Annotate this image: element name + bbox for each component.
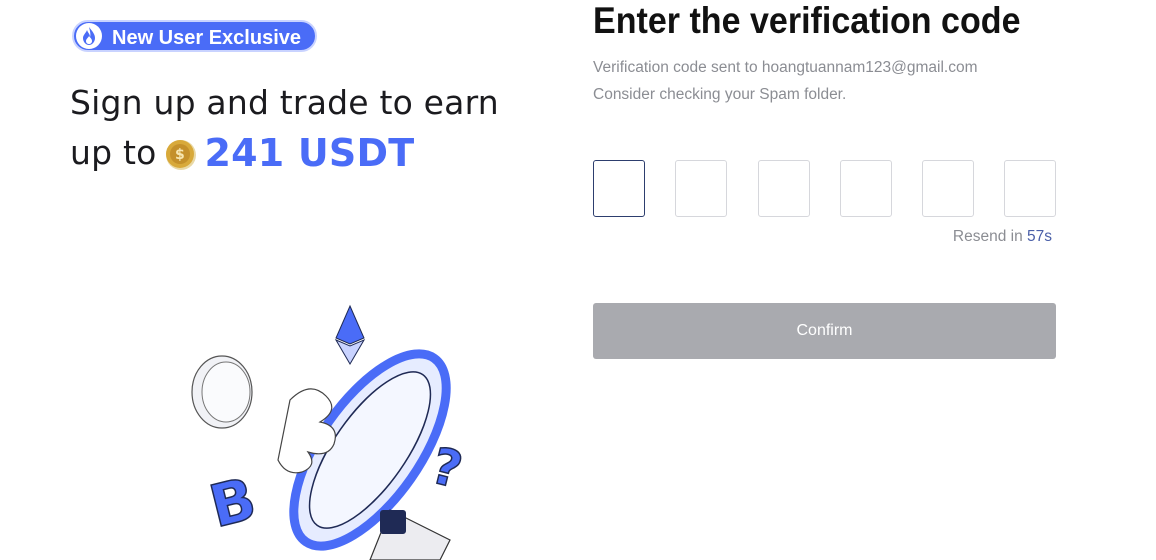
resend-label: Resend in [952,228,1023,245]
gold-coin-icon: $ [164,136,198,170]
resend-countdown: 57s [1027,228,1052,245]
silver-coin-icon [191,355,253,429]
svg-text:B: B [203,464,262,541]
code-digit-5[interactable] [922,160,974,217]
reward-amount: 241 USDT [204,131,415,175]
code-digit-2[interactable] [675,160,727,217]
svg-text:$: $ [176,147,186,163]
code-digit-6[interactable] [1004,160,1056,217]
signup-verification-page: New User Exclusive Sign up and trade to … [0,0,1156,560]
new-user-badge: New User Exclusive [72,20,317,52]
code-input-group [593,160,1056,217]
bitcoin-icon: B [202,464,263,542]
promo-panel: New User Exclusive Sign up and trade to … [0,0,560,560]
flame-logo-icon [76,23,102,49]
promo-headline: Sign up and trade to earn up to $ 241 US… [70,78,499,178]
page-title: Enter the verification code [593,0,1021,41]
code-sent-message: Verification code sent to hoangtuannam12… [593,59,978,76]
code-digit-1[interactable] [593,160,645,217]
code-digit-3[interactable] [758,160,810,217]
resend-timer[interactable]: Resend in 57s [953,228,1052,246]
headline-line1: Sign up and trade to earn [70,83,499,122]
megaphone-illustration: B ? [180,300,500,560]
ethereum-icon [334,304,366,365]
spam-hint: Consider checking your Spam folder. [593,86,847,103]
confirm-button[interactable]: Confirm [593,303,1056,359]
code-digit-4[interactable] [840,160,892,217]
headline-line2: up to $ 241 USDT [70,128,499,178]
badge-label: New User Exclusive [112,27,301,49]
headline-prefix: up to [70,133,157,172]
